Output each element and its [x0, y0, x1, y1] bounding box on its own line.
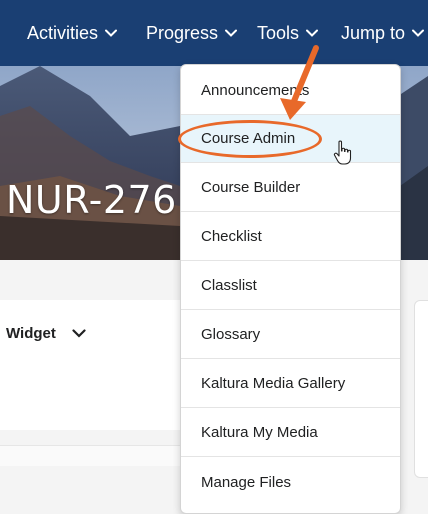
nav-progress[interactable]: Progress [146, 0, 238, 66]
menu-item-course-builder[interactable]: Course Builder [181, 164, 400, 212]
course-title: NUR-276 [6, 178, 177, 222]
chevron-down-icon [105, 29, 118, 37]
menu-item-checklist[interactable]: Checklist [181, 213, 400, 261]
menu-item-label: Classlist [201, 277, 257, 294]
nav-progress-label: Progress [146, 22, 219, 43]
menu-item-manage-files[interactable]: Manage Files [181, 458, 400, 506]
chevron-down-icon[interactable] [72, 325, 86, 342]
menu-item-course-admin[interactable]: Course Admin [181, 115, 400, 163]
menu-item-label: Kaltura My Media [201, 424, 318, 441]
right-widget-card [414, 300, 428, 478]
top-navbar: Activities Progress Tools Jump to [0, 0, 428, 66]
menu-item-label: Manage Files [201, 473, 292, 491]
menu-item-label: Course Builder [201, 179, 301, 196]
widget-title: Widget [6, 325, 56, 342]
nav-tools-label: Tools [257, 22, 300, 43]
chevron-down-icon [412, 29, 425, 37]
menu-item-kaltura-media-gallery[interactable]: Kaltura Media Gallery [181, 360, 400, 408]
menu-item-announcements[interactable]: Announcements [181, 67, 400, 115]
menu-item-label: Checklist [201, 228, 262, 245]
nav-activities[interactable]: Activities [27, 0, 118, 66]
widget-header[interactable]: Widget [6, 325, 86, 342]
menu-item-label: Announcements [201, 82, 310, 99]
menu-item-classlist[interactable]: Classlist [181, 262, 400, 310]
menu-item-label: Glossary [201, 326, 261, 343]
tools-dropdown-menu: Announcements Course Admin Course Builde… [180, 64, 401, 514]
nav-activities-label: Activities [27, 22, 99, 43]
menu-item-glossary[interactable]: Glossary [181, 311, 400, 359]
menu-item-label: Course Admin [201, 130, 296, 147]
chevron-down-icon [225, 29, 238, 37]
nav-tools[interactable]: Tools [257, 0, 319, 66]
nav-jump-to[interactable]: Jump to [341, 0, 425, 66]
nav-jump-to-label: Jump to [341, 22, 406, 43]
menu-item-kaltura-my-media[interactable]: Kaltura My Media [181, 409, 400, 457]
chevron-down-icon [306, 29, 319, 37]
menu-item-label: Kaltura Media Gallery [201, 375, 346, 392]
